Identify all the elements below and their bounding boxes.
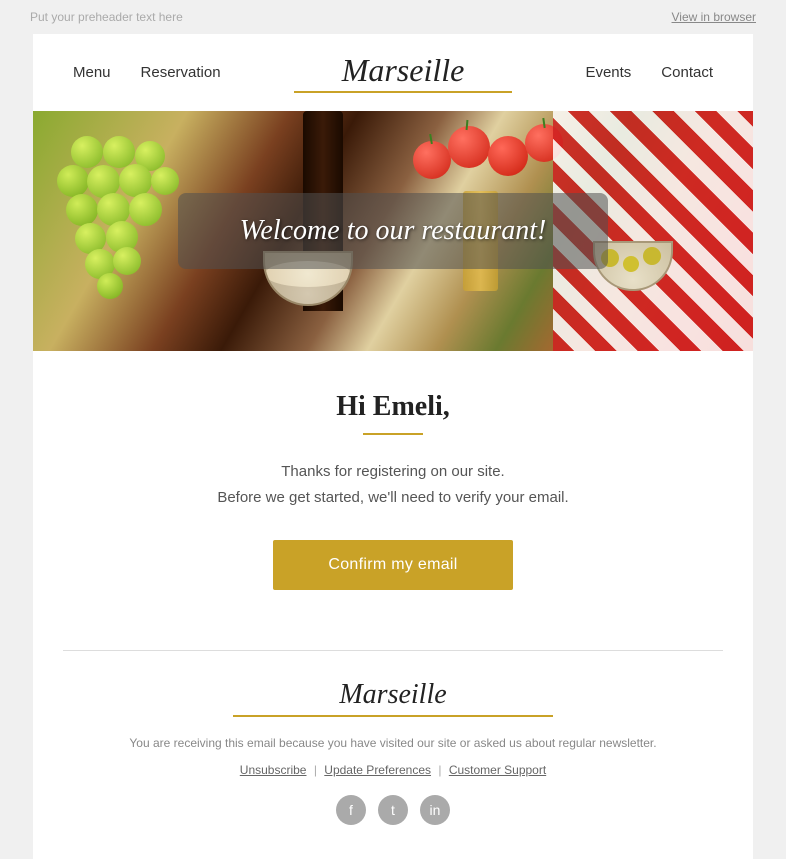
email-line1: Thanks for registering on our site. (281, 463, 504, 480)
logo-area: Marseille (221, 52, 586, 93)
hero-section: Welcome to our restaurant! (33, 111, 753, 351)
footer-sep-1: | (314, 763, 320, 777)
nav-bar: Menu Reservation Marseille Events Contac… (33, 34, 753, 111)
footer-section: Marseille You are receiving this email b… (33, 651, 753, 859)
footer-links: Unsubscribe | Update Preferences | Custo… (73, 763, 713, 777)
nav-item-contact[interactable]: Contact (661, 64, 713, 81)
footer-description: You are receiving this email because you… (73, 733, 713, 755)
instagram-icon[interactable]: in (420, 795, 450, 825)
greeting-heading: Hi Emeli, (93, 391, 693, 423)
nav-item-events[interactable]: Events (585, 64, 631, 81)
nav-right: Events Contact (585, 64, 713, 81)
email-wrapper: Put your preheader text here View in bro… (0, 0, 786, 859)
logo-underline (294, 91, 513, 93)
unsubscribe-link[interactable]: Unsubscribe (240, 763, 307, 777)
footer-logo: Marseille (339, 679, 446, 711)
facebook-icon[interactable]: f (336, 795, 366, 825)
customer-support-link[interactable]: Customer Support (449, 763, 546, 777)
email-line2: Before we get started, we'll need to ver… (217, 489, 568, 506)
logo-text: Marseille (342, 52, 465, 89)
twitter-icon[interactable]: t (378, 795, 408, 825)
preheader-text: Put your preheader text here (30, 10, 183, 24)
email-body: Hi Emeli, Thanks for registering on our … (33, 351, 753, 620)
nav-item-reservation[interactable]: Reservation (141, 64, 221, 81)
grapes-visual (51, 131, 181, 331)
nav-item-menu[interactable]: Menu (73, 64, 111, 81)
greeting-underline (363, 433, 423, 435)
preheader-bar: Put your preheader text here View in bro… (0, 0, 786, 34)
confirm-email-button[interactable]: Confirm my email (273, 540, 512, 590)
nav-left: Menu Reservation (73, 64, 221, 81)
hero-title: Welcome to our restaurant! (240, 215, 547, 246)
email-container: Menu Reservation Marseille Events Contac… (33, 34, 753, 859)
footer-logo-underline (233, 715, 553, 717)
hero-overlay: Welcome to our restaurant! (178, 193, 608, 269)
view-in-browser-link[interactable]: View in browser (672, 10, 756, 24)
email-body-text: Thanks for registering on our site. Befo… (93, 459, 693, 510)
footer-sep-2: | (438, 763, 444, 777)
social-row: f t in (73, 777, 713, 839)
update-preferences-link[interactable]: Update Preferences (324, 763, 431, 777)
